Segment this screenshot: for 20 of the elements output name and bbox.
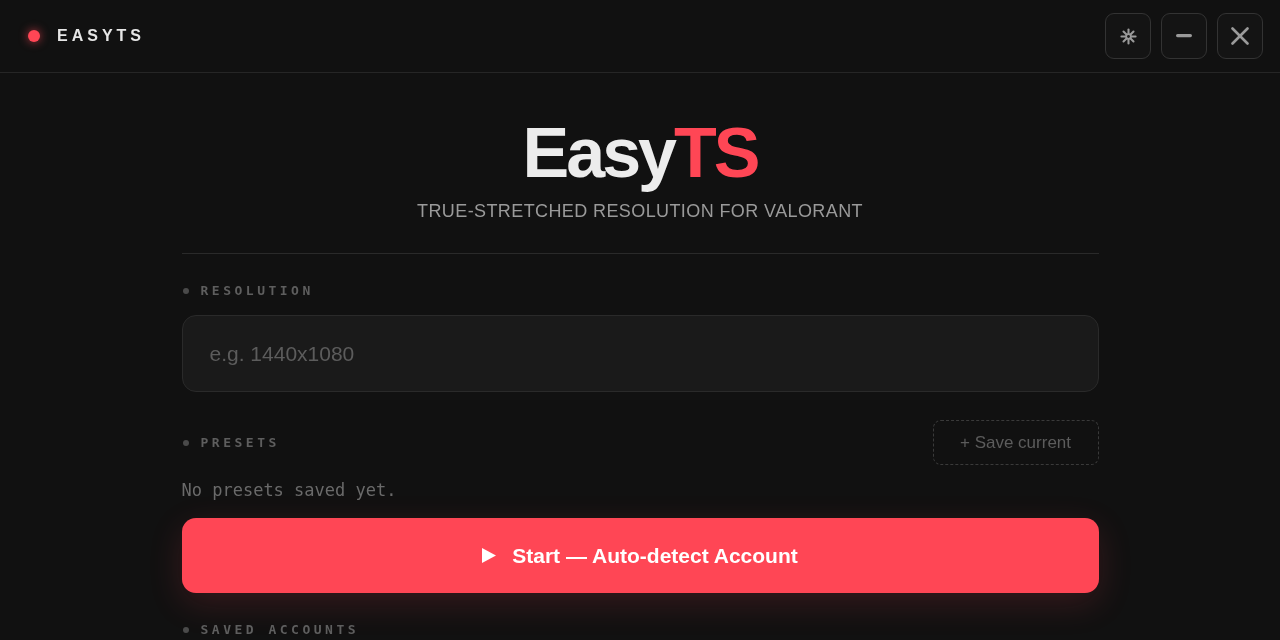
- app-subtitle: TRUE-STRETCHED RESOLUTION FOR VALORANT: [416, 200, 864, 222]
- section-label: PRESETS: [200, 434, 280, 451]
- bullet-icon: [182, 288, 189, 294]
- minimize-button[interactable]: [1161, 13, 1207, 59]
- settings-button[interactable]: [1105, 13, 1151, 59]
- empty-presets-message: No presets saved yet.: [181, 479, 398, 501]
- section-label: SAVED ACCOUNTS: [200, 622, 360, 638]
- resolution-input[interactable]: e.g. 1440x1080: [181, 315, 1099, 392]
- close-button[interactable]: [1217, 13, 1263, 59]
- minimize-icon: [1176, 34, 1192, 38]
- app-title: EASYTS: [57, 27, 145, 45]
- save-current-button[interactable]: + Save current: [932, 420, 1099, 465]
- play-icon: [482, 548, 497, 563]
- bullet-icon: [182, 627, 189, 633]
- status-dot-icon: [28, 30, 40, 42]
- settings-icon: [1119, 27, 1137, 45]
- section-label: RESOLUTION: [200, 283, 314, 299]
- start-button[interactable]: Start — Auto-detect Account: [181, 518, 1099, 593]
- bullet-icon: [182, 439, 189, 446]
- close-icon: [1231, 27, 1249, 45]
